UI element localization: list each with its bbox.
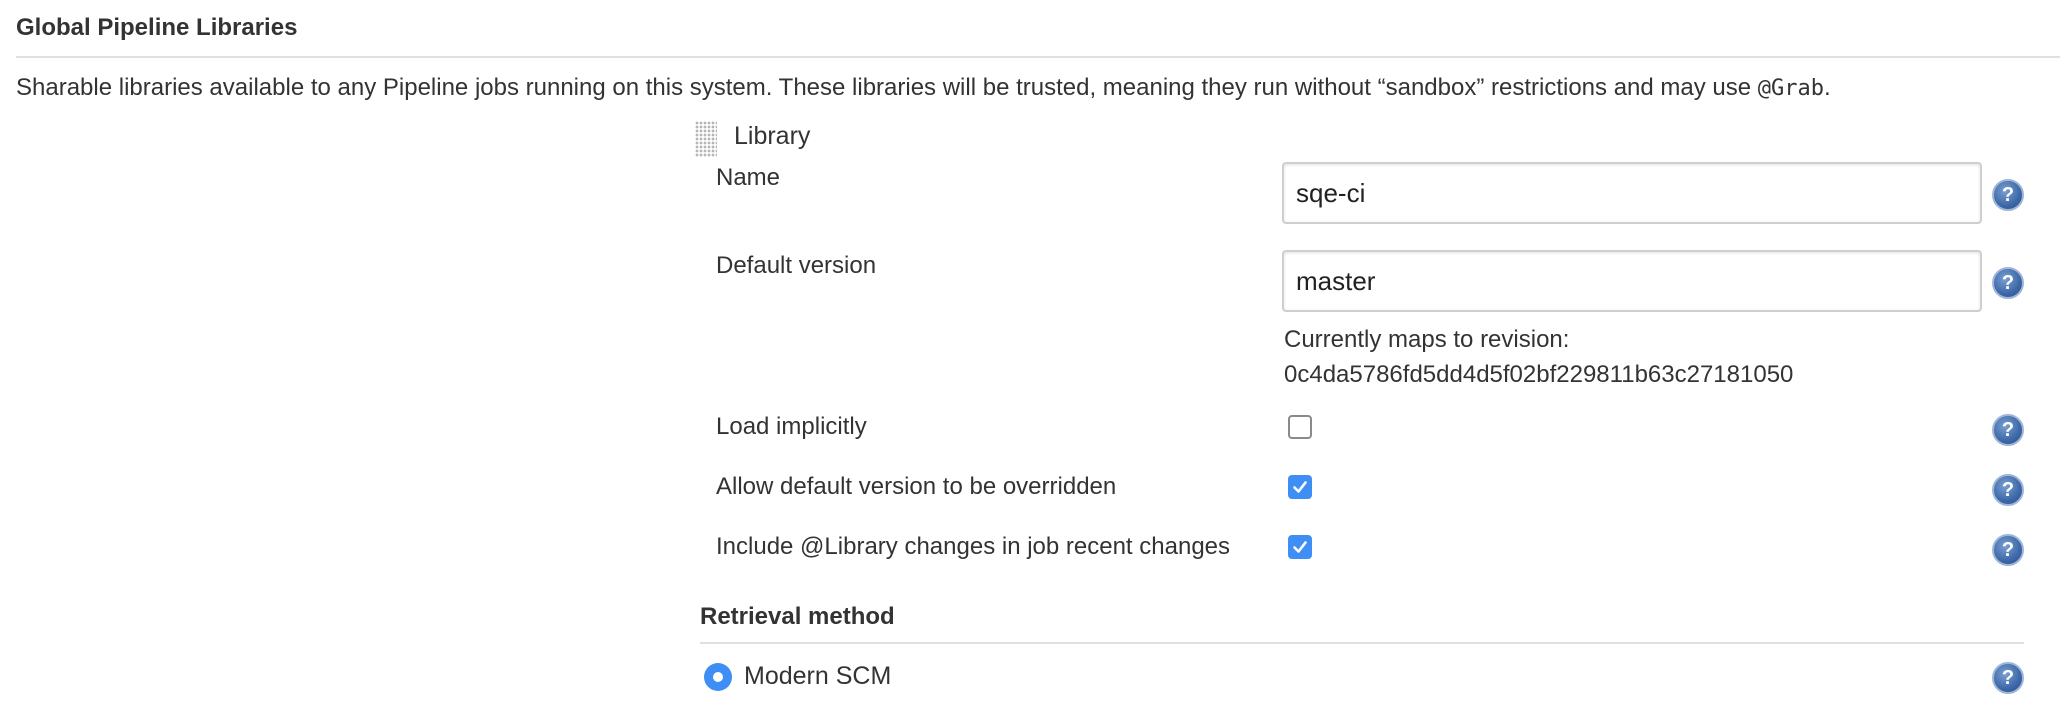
load-implicitly-checkbox[interactable]	[1288, 415, 1312, 439]
help-glyph: ?	[2001, 183, 2015, 206]
revision-hash: 0c4da5786fd5dd4d5f02bf229811b63c27181050	[1284, 361, 1794, 388]
help-icon[interactable]: ?	[1992, 267, 2024, 299]
drag-handle-icon[interactable]	[695, 121, 717, 157]
help-icon[interactable]: ?	[1992, 474, 2024, 506]
retrieval-method-title: Retrieval method	[700, 603, 895, 630]
help-icon[interactable]: ?	[1992, 414, 2024, 446]
help-glyph: ?	[2001, 666, 2015, 689]
description-text: Sharable libraries available to any Pipe…	[16, 74, 1758, 101]
default-version-label: Default version	[716, 252, 877, 279]
name-input[interactable]	[1282, 162, 1982, 224]
include-changes-label: Include @Library changes in job recent c…	[716, 533, 1231, 560]
help-glyph: ?	[2001, 478, 2015, 501]
help-glyph: ?	[2001, 538, 2015, 561]
checkmark-icon	[1293, 541, 1307, 553]
help-icon[interactable]: ?	[1992, 179, 2024, 211]
revision-label: Currently maps to revision:	[1284, 326, 1570, 353]
default-version-input[interactable]	[1282, 250, 1982, 312]
description-code: @Grab	[1757, 76, 1825, 101]
retrieval-divider	[700, 642, 2024, 644]
library-block-title: Library	[734, 122, 811, 150]
allow-override-label: Allow default version to be overridden	[716, 473, 1117, 500]
section-description: Sharable libraries available to any Pipe…	[16, 74, 1831, 102]
allow-override-checkbox[interactable]	[1288, 475, 1312, 499]
description-suffix: .	[1824, 74, 1831, 101]
load-implicitly-label: Load implicitly	[716, 413, 867, 440]
modern-scm-label[interactable]: Modern SCM	[744, 662, 891, 691]
radio-selected-dot	[713, 672, 723, 682]
section-title: Global Pipeline Libraries	[16, 14, 298, 41]
help-icon[interactable]: ?	[1992, 662, 2024, 694]
modern-scm-radio[interactable]	[704, 663, 732, 691]
help-icon[interactable]: ?	[1992, 534, 2024, 566]
checkmark-icon	[1293, 481, 1307, 493]
help-glyph: ?	[2001, 418, 2015, 441]
section-divider	[16, 56, 2060, 58]
include-changes-checkbox[interactable]	[1288, 535, 1312, 559]
help-glyph: ?	[2001, 271, 2015, 294]
name-label: Name	[716, 164, 781, 191]
